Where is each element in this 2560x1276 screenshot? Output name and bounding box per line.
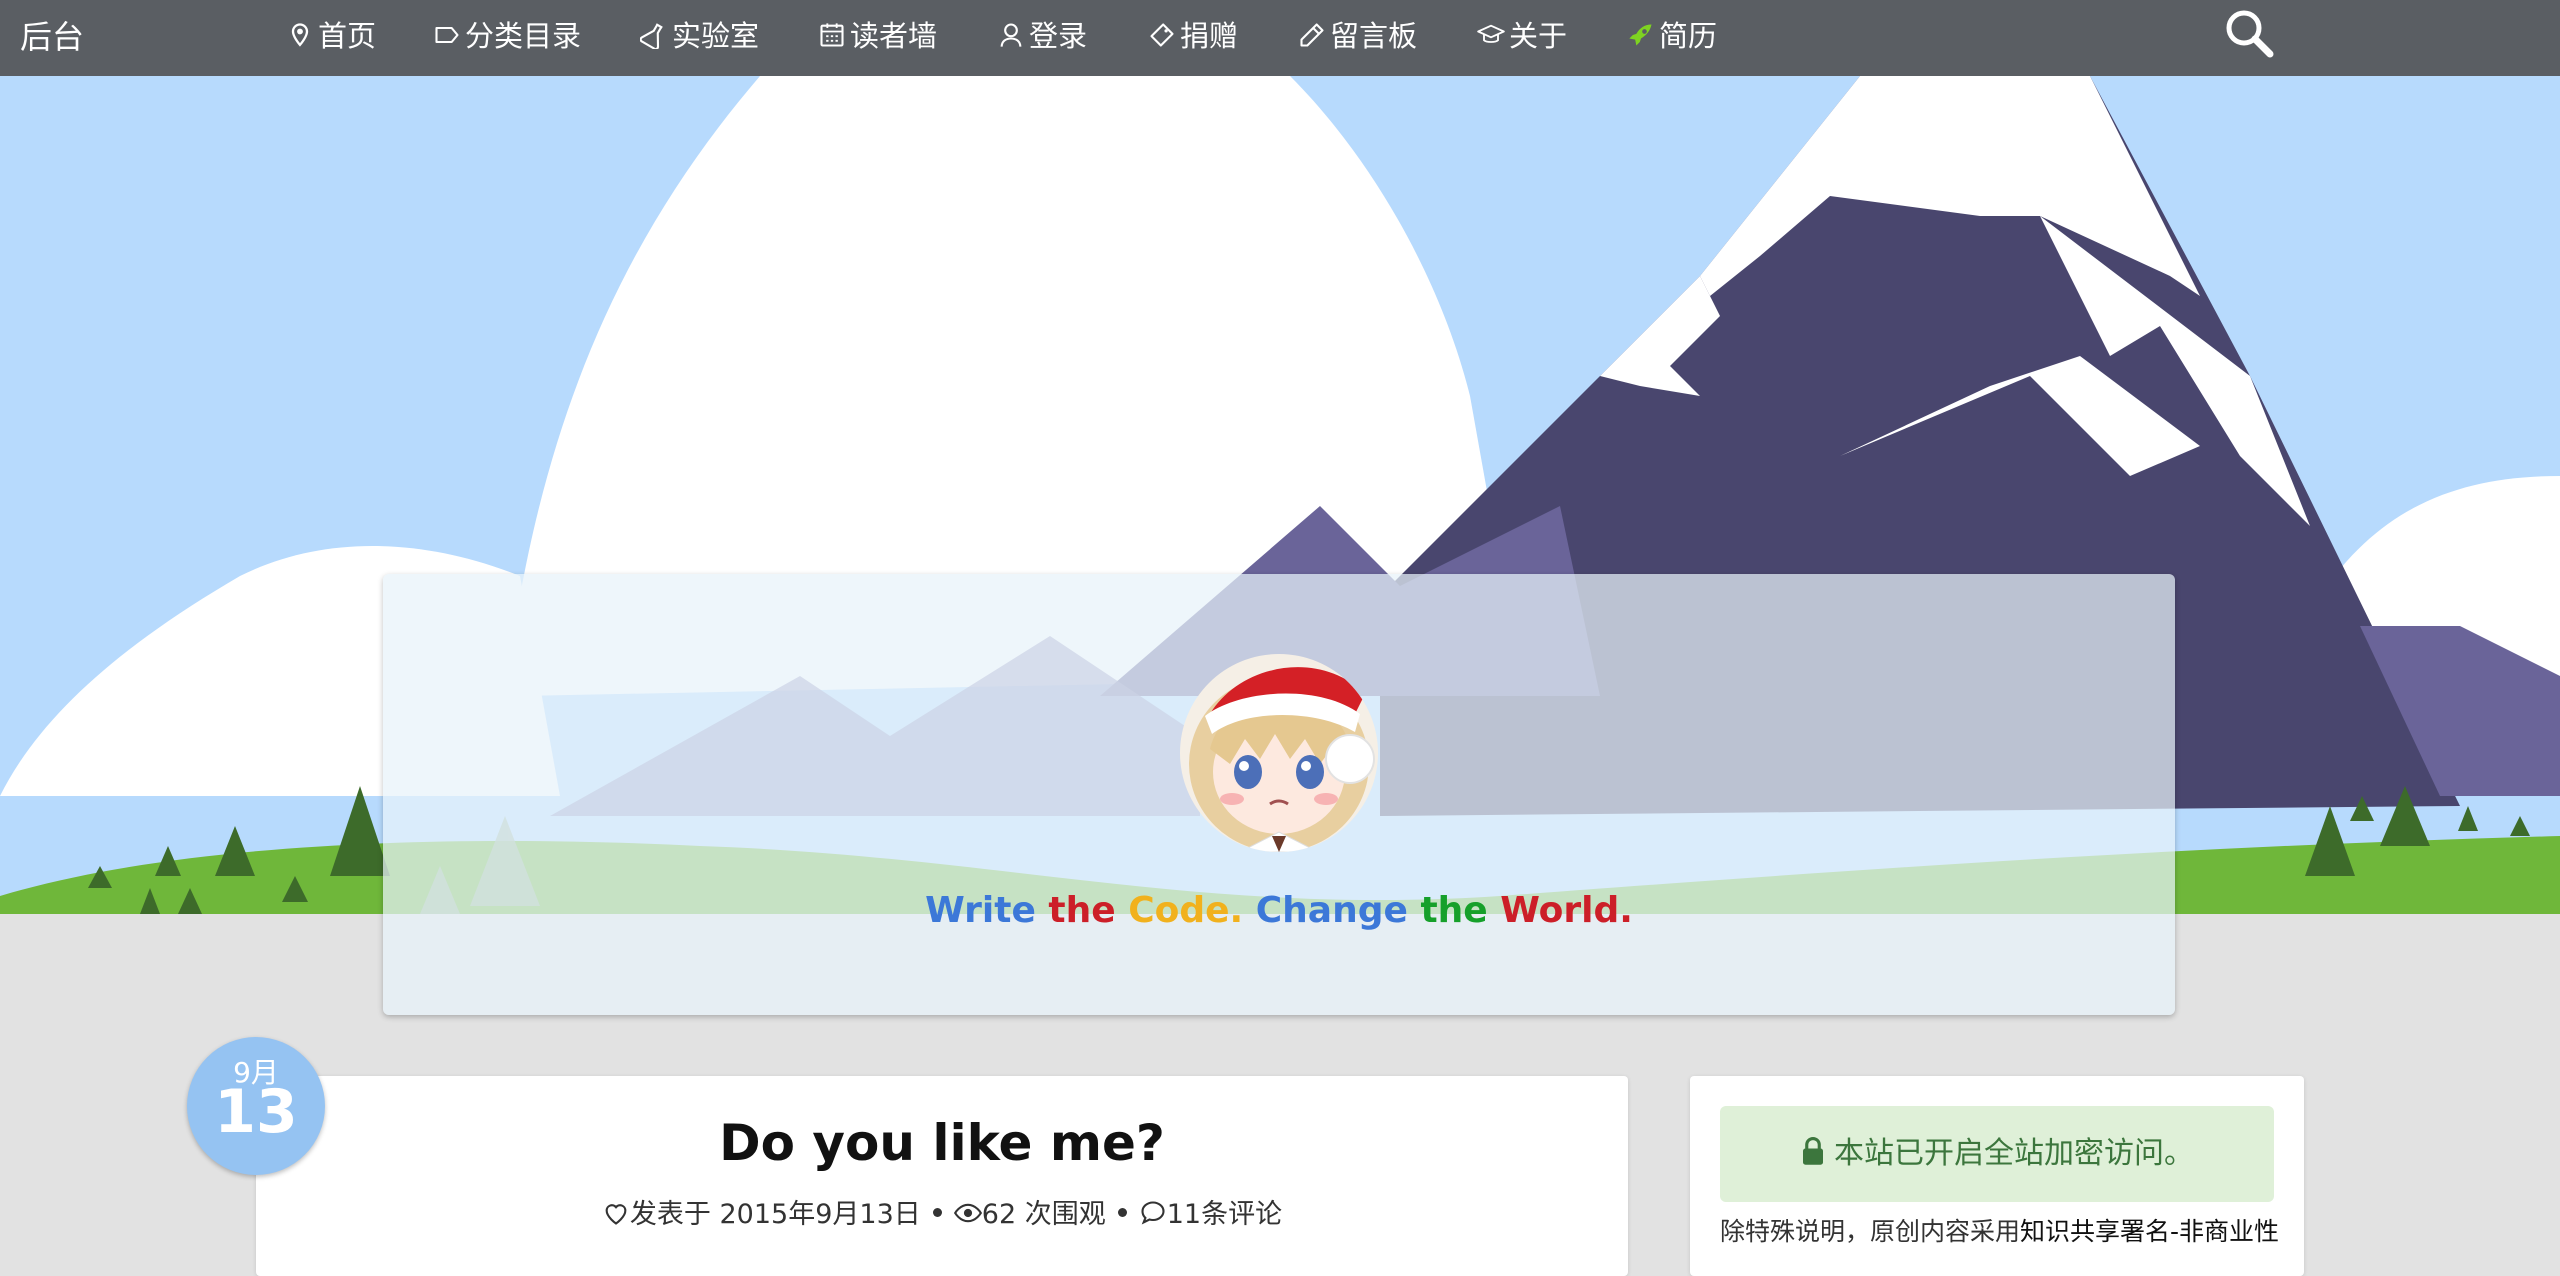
sidebar-card: 本站已开启全站加密访问。 除特殊说明，原创内容采用知识共享署名-非商业性: [1690, 1076, 2304, 1276]
post-card: Do you like me? 发表于 2015年9月13日 62 次围观 11…: [256, 1076, 1628, 1276]
post-date-badge: 9月 13: [187, 1037, 325, 1175]
nav-label: 登录: [1029, 19, 1088, 53]
calendar-icon: [818, 21, 846, 49]
avatar[interactable]: [1180, 654, 1378, 852]
nav-item-login[interactable]: 登录: [997, 0, 1087, 72]
tag-icon: [433, 21, 461, 49]
post-views: 62 次围观: [981, 1199, 1106, 1230]
rocket-icon: [1627, 21, 1655, 49]
profile-card: Write the Code. Change the World.: [383, 574, 2175, 1015]
flask-icon: [640, 21, 668, 49]
https-alert: 本站已开启全站加密访问。: [1720, 1106, 2274, 1202]
user-icon: [997, 21, 1025, 49]
nav-item-donate[interactable]: 捐赠: [1148, 0, 1238, 72]
post-comments-link[interactable]: 11条评论: [1167, 1199, 1282, 1230]
comment-icon: [1139, 1199, 1167, 1227]
nav-label: 关于: [1509, 19, 1568, 53]
meta-separator: [932, 1208, 942, 1217]
nav-label: 首页: [318, 19, 377, 53]
graduation-cap-icon: [1477, 21, 1505, 49]
nav-item-about[interactable]: 关于: [1477, 0, 1567, 72]
nav-item-home[interactable]: 首页: [286, 0, 376, 72]
nav-item-guestbook[interactable]: 留言板: [1298, 0, 1417, 72]
license-notice: 除特殊说明，原创内容采用知识共享署名-非商业性: [1720, 1212, 2280, 1248]
nav-label: 留言板: [1330, 19, 1418, 53]
nav-label: 实验室: [672, 19, 760, 53]
post-date-text: 发表于 2015年9月13日: [629, 1199, 921, 1230]
nav-item-categories[interactable]: 分类目录: [433, 0, 581, 72]
date-day: 13: [214, 1077, 298, 1147]
nav-label: 简历: [1659, 19, 1718, 53]
slogan-word: the: [1048, 890, 1129, 931]
slogan-word: Write: [925, 890, 1049, 931]
map-pin-icon: [286, 21, 314, 49]
https-alert-text: 本站已开启全站加密访问。: [1834, 1136, 2194, 1171]
eye-icon: [953, 1199, 982, 1227]
nav-item-resume[interactable]: 简历: [1627, 0, 1717, 72]
search-button[interactable]: [2222, 6, 2278, 62]
santa-hat-anime-avatar: [1180, 654, 1378, 852]
nav-item-lab[interactable]: 实验室: [640, 0, 759, 72]
pencil-icon: [1298, 21, 1326, 49]
slogan-word: Code.: [1128, 890, 1256, 931]
slogan-word: Change: [1255, 890, 1421, 931]
ticket-icon: [1148, 21, 1176, 49]
nav-label: 读者墙: [850, 19, 938, 53]
nav-item-readers[interactable]: 读者墙: [818, 0, 937, 72]
admin-link[interactable]: 后台: [20, 0, 84, 74]
site-slogan: Write the Code. Change the World.: [383, 890, 2175, 931]
heart-icon: [602, 1199, 630, 1227]
top-navbar: 后台 首页 分类目录 实验室 读者墙 登录 捐赠 留言板 关于 简历: [0, 0, 2560, 76]
meta-separator: [1117, 1208, 1127, 1217]
search-icon: [2226, 10, 2274, 58]
lock-icon: [1800, 1136, 1826, 1166]
slogan-word: the: [1420, 890, 1501, 931]
nav-label: 捐赠: [1180, 19, 1239, 53]
post-title[interactable]: Do you like me?: [256, 1114, 1628, 1172]
nav-label: 分类目录: [465, 19, 582, 53]
slogan-word: World.: [1500, 890, 1633, 931]
post-meta: 发表于 2015年9月13日 62 次围观 11条评论: [256, 1192, 1628, 1231]
